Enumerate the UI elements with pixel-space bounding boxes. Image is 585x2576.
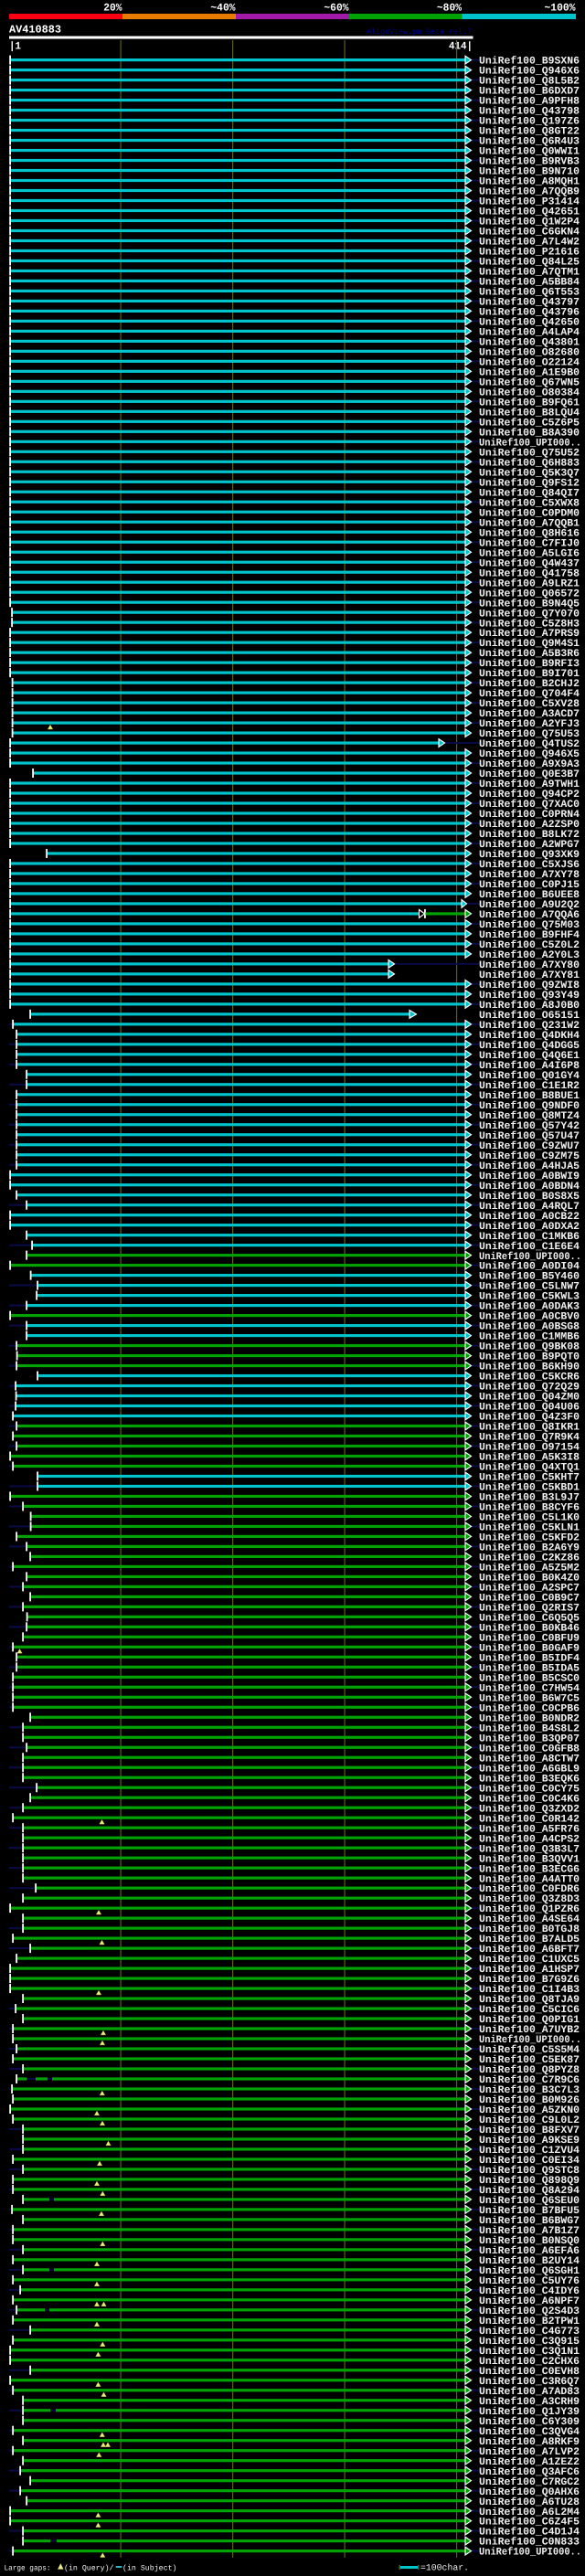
svg-text:20%: 20% — [103, 3, 122, 15]
svg-text:AlignView.pm Beta rel.7: AlignView.pm Beta rel.7 — [367, 27, 472, 37]
svg-text:~100%: ~100% — [545, 3, 576, 15]
svg-text:~40%: ~40% — [210, 3, 235, 15]
svg-text:UniRef100_UPI000..: UniRef100_UPI000.. — [479, 2547, 581, 2559]
svg-text:~80%: ~80% — [437, 3, 462, 15]
svg-text:~60%: ~60% — [324, 3, 348, 15]
svg-text:=100char.: =100char. — [420, 2563, 469, 2573]
svg-text:(in Subject): (in Subject) — [122, 2564, 177, 2573]
svg-text:|1: |1 — [9, 41, 21, 53]
svg-text:Large gaps:: Large gaps: — [5, 2565, 51, 2573]
svg-text:(in Query)/: (in Query)/ — [64, 2564, 114, 2573]
svg-text:AV410883: AV410883 — [9, 24, 61, 37]
svg-text:414|: 414| — [449, 41, 473, 53]
